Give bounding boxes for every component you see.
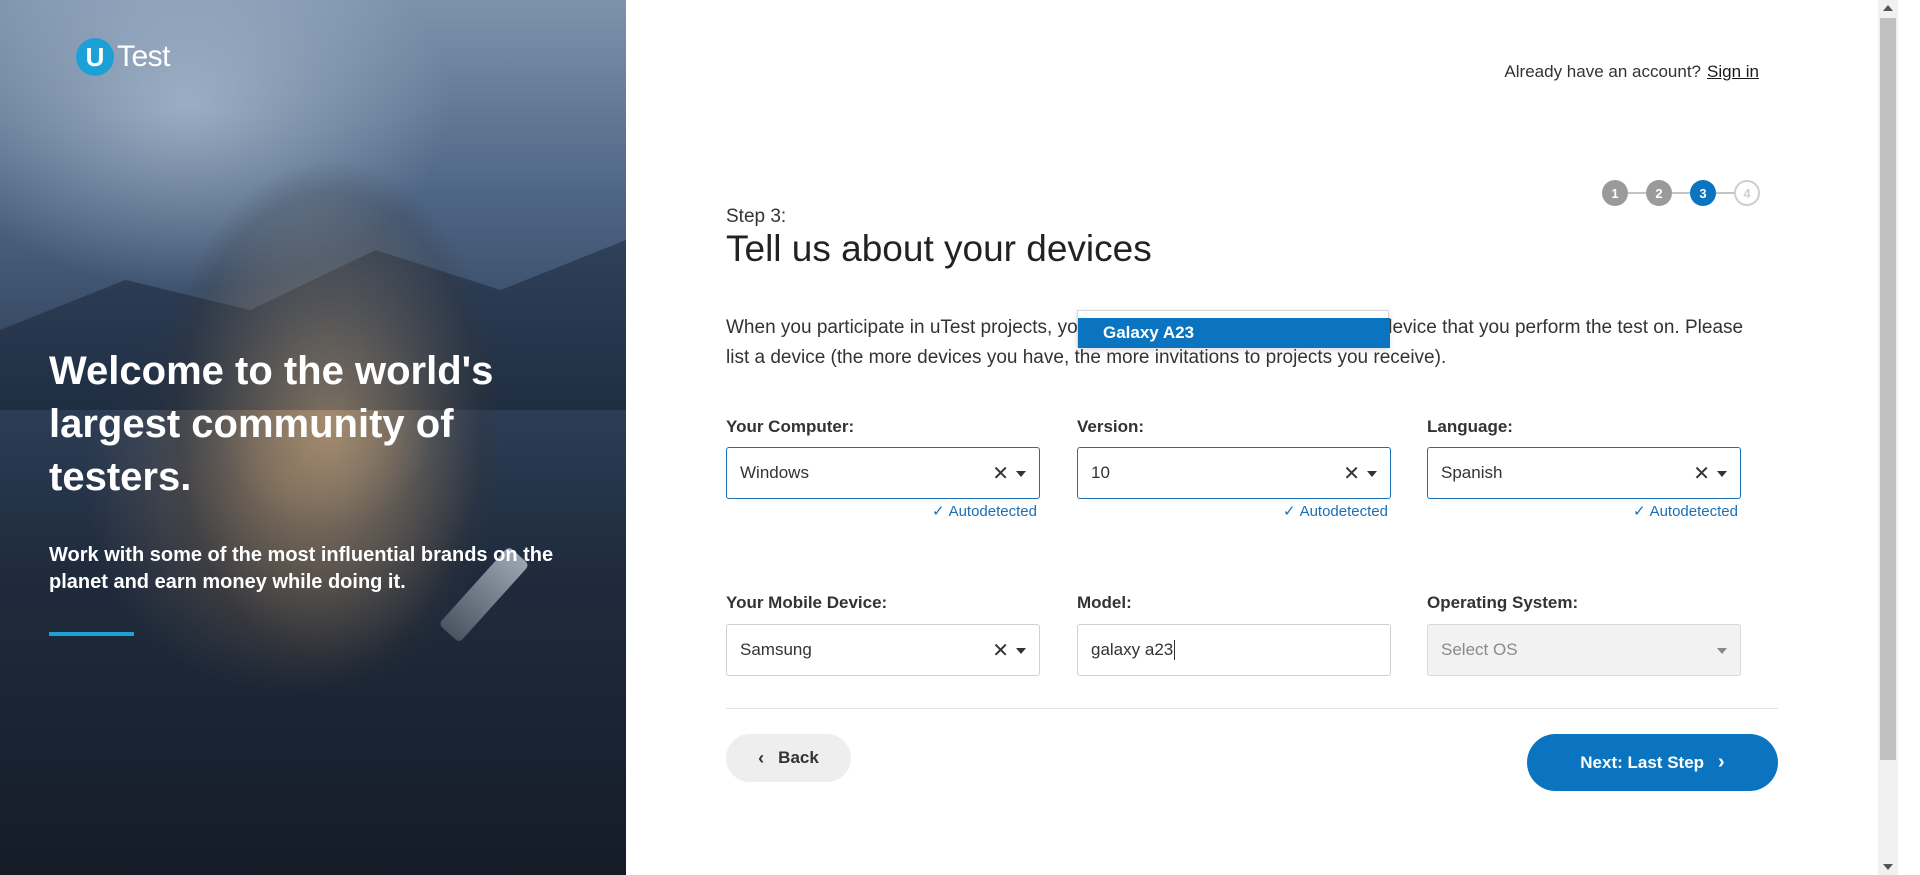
form-divider <box>726 708 1778 709</box>
scroll-up-arrow-icon[interactable] <box>1883 5 1893 11</box>
step-label: Step 3: <box>726 206 787 227</box>
scroll-down-arrow-icon[interactable] <box>1883 864 1893 870</box>
text-cursor <box>1174 640 1176 660</box>
step-connector <box>1716 192 1734 194</box>
step-4: 4 <box>1734 180 1760 206</box>
computer-autodetected: ✓ Autodetected <box>932 502 1037 520</box>
model-suggestions-dropdown: Galaxy A23 <box>1077 310 1390 348</box>
hero-panel: U Test Welcome to the world's largest co… <box>0 0 626 875</box>
hero-headline: Welcome to the world's largest community… <box>49 349 494 499</box>
check-icon: ✓ <box>1633 503 1646 520</box>
chevron-left-icon: ‹ <box>758 747 765 768</box>
version-label: Version: <box>1077 417 1145 436</box>
model-label: Model: <box>1077 593 1132 612</box>
model-typed-value: galaxy a23 <box>1091 640 1174 659</box>
computer-label: Your Computer: <box>726 417 855 436</box>
check-icon: ✓ <box>1283 503 1296 520</box>
logo-mark: U <box>76 38 114 76</box>
computer-select[interactable]: Windows ✕ <box>726 447 1040 499</box>
page-scrollbar[interactable] <box>1878 0 1898 875</box>
next-button[interactable]: Next: Last Step › <box>1527 734 1778 791</box>
language-select[interactable]: Spanish ✕ <box>1427 447 1741 499</box>
autodetected-label: Autodetected <box>1299 503 1388 520</box>
page-title: Tell us about your devices <box>726 228 1152 269</box>
os-label: Operating System: <box>1427 593 1579 612</box>
model-suggestion-option[interactable]: Galaxy A23 <box>1078 318 1390 348</box>
step-connector <box>1672 192 1690 194</box>
caret-down-icon[interactable] <box>1016 648 1026 654</box>
language-autodetected: ✓ Autodetected <box>1633 502 1738 520</box>
clear-icon[interactable]: ✕ <box>1343 461 1360 486</box>
mobile-device-select[interactable]: Samsung ✕ <box>726 624 1040 676</box>
back-button-label: Back <box>778 748 819 767</box>
hero-subtext: Work with some of the most influential b… <box>49 544 554 593</box>
chevron-right-icon: › <box>1718 751 1725 773</box>
clear-icon[interactable]: ✕ <box>992 461 1009 486</box>
progress-stepper: 1 2 3 4 <box>1602 180 1760 206</box>
hero-accent-rule <box>49 632 134 636</box>
model-input[interactable]: galaxy a23 <box>1077 624 1391 676</box>
mobile-device-label: Your Mobile Device: <box>726 593 888 612</box>
signin-link[interactable]: Sign in <box>1707 62 1759 81</box>
clear-icon[interactable]: ✕ <box>1693 461 1710 486</box>
autodetected-label: Autodetected <box>1649 503 1738 520</box>
logo-word: Test <box>117 40 171 73</box>
language-label: Language: <box>1427 417 1513 436</box>
computer-value: Windows <box>740 463 809 482</box>
step-3: 3 <box>1690 180 1716 206</box>
autodetected-label: Autodetected <box>948 503 1037 520</box>
next-button-label: Next: Last Step <box>1580 752 1705 772</box>
caret-down-icon[interactable] <box>1367 471 1377 477</box>
os-select[interactable]: Select OS <box>1427 624 1741 676</box>
version-autodetected: ✓ Autodetected <box>1283 502 1388 520</box>
step-connector <box>1628 192 1646 194</box>
signin-prompt: Already have an account? Sign in <box>1504 62 1759 82</box>
language-value: Spanish <box>1441 463 1503 482</box>
utest-logo[interactable]: U Test <box>76 38 171 76</box>
step-2: 2 <box>1646 180 1672 206</box>
step-1: 1 <box>1602 180 1628 206</box>
clear-icon[interactable]: ✕ <box>992 638 1009 663</box>
caret-down-icon[interactable] <box>1016 471 1026 477</box>
os-placeholder: Select OS <box>1441 640 1518 659</box>
version-value: 10 <box>1091 463 1110 482</box>
mobile-device-value: Samsung <box>740 640 812 659</box>
caret-down-icon[interactable] <box>1717 648 1727 654</box>
caret-down-icon[interactable] <box>1717 471 1727 477</box>
version-select[interactable]: 10 ✕ <box>1077 447 1391 499</box>
scrollbar-thumb[interactable] <box>1880 18 1896 760</box>
check-icon: ✓ <box>932 503 945 520</box>
account-prompt-text: Already have an account? <box>1504 62 1702 81</box>
back-button[interactable]: ‹ Back <box>726 734 851 782</box>
